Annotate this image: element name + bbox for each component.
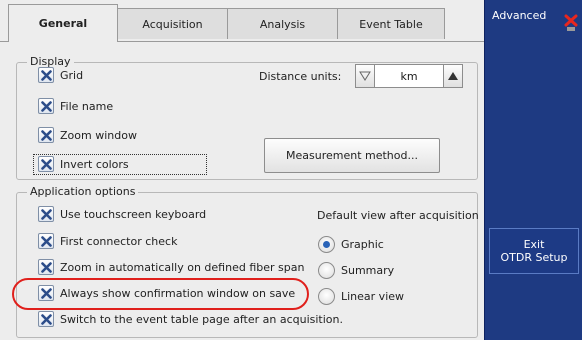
confirm-on-save-checkbox[interactable]	[38, 285, 54, 301]
default-view-label: Default view after acquisition	[317, 209, 479, 222]
tab-event-table[interactable]: Event Table	[337, 8, 445, 39]
measurement-method-button[interactable]: Measurement method...	[264, 138, 440, 173]
distance-units-value: km	[375, 64, 443, 88]
graphic-radio-label: Graphic	[341, 238, 384, 251]
check-x-icon	[40, 235, 52, 247]
auto-zoom-checkbox[interactable]	[38, 259, 54, 275]
triangle-up-icon	[448, 72, 458, 80]
tab-analysis[interactable]: Analysis	[227, 8, 338, 39]
check-x-icon	[40, 313, 52, 325]
zoom-window-label: Zoom window	[60, 128, 137, 142]
check-x-icon	[40, 129, 52, 141]
switch-to-event-table-option[interactable]: Switch to the event table page after an …	[38, 311, 343, 327]
linear-view-radio-label: Linear view	[341, 290, 405, 303]
touchscreen-keyboard-option[interactable]: Use touchscreen keyboard	[38, 206, 206, 222]
confirm-on-save-option[interactable]: Always show confirmation window on save	[38, 285, 295, 301]
auto-zoom-option[interactable]: Zoom in automatically on defined fiber s…	[38, 259, 304, 275]
radio-selected-dot	[323, 241, 330, 248]
touchscreen-keyboard-label: Use touchscreen keyboard	[60, 207, 207, 221]
grid-checkbox[interactable]	[38, 67, 54, 83]
application-options-title: Application options	[27, 185, 139, 198]
radio-summary-option[interactable]: Summary	[318, 262, 394, 279]
switch-to-event-table-checkbox[interactable]	[38, 311, 54, 327]
side-panel: Advanced Exit OTDR Setup	[484, 0, 582, 340]
side-panel-title: Advanced	[492, 9, 547, 22]
settings-dialog: General Acquisition Analysis Event Table…	[0, 0, 484, 340]
check-x-icon	[40, 158, 52, 170]
file-name-label: File name	[60, 99, 114, 113]
check-x-icon	[40, 100, 52, 112]
exit-button-line1: Exit	[523, 238, 545, 251]
invert-colors-checkbox[interactable]	[38, 156, 54, 172]
distance-units-decrease-button[interactable]	[355, 64, 375, 88]
first-connector-check-checkbox[interactable]	[38, 233, 54, 249]
tab-bar: General Acquisition Analysis Event Table	[0, 0, 484, 42]
invert-colors-option[interactable]: Invert colors	[38, 156, 129, 172]
triangle-down-icon	[359, 71, 371, 81]
radio-linear-view-option[interactable]: Linear view	[318, 288, 404, 305]
confirm-on-save-label: Always show confirmation window on save	[60, 286, 296, 300]
zoom-window-option[interactable]: Zoom window	[38, 127, 137, 143]
zoom-window-checkbox[interactable]	[38, 127, 54, 143]
check-x-icon	[40, 261, 52, 273]
exit-otdr-setup-button[interactable]: Exit OTDR Setup	[489, 228, 579, 274]
linear-view-radio[interactable]	[318, 288, 335, 305]
file-name-option[interactable]: File name	[38, 98, 113, 114]
first-connector-check-option[interactable]: First connector check	[38, 233, 177, 249]
graphic-radio[interactable]	[318, 236, 335, 253]
close-icon[interactable]	[564, 14, 578, 32]
switch-to-event-table-label: Switch to the event table page after an …	[60, 312, 343, 326]
check-x-icon	[40, 287, 52, 299]
auto-zoom-label: Zoom in automatically on defined fiber s…	[60, 260, 305, 274]
tab-general[interactable]: General	[8, 4, 118, 42]
summary-radio-label: Summary	[341, 264, 395, 277]
otdr-setup-window: General Acquisition Analysis Event Table…	[0, 0, 582, 340]
summary-radio[interactable]	[318, 262, 335, 279]
exit-button-line2: OTDR Setup	[500, 251, 568, 264]
distance-units-increase-button[interactable]	[443, 64, 463, 88]
distance-units-label: Distance units:	[259, 70, 342, 83]
touchscreen-keyboard-checkbox[interactable]	[38, 206, 54, 222]
grid-option[interactable]: Grid	[38, 67, 83, 83]
grid-label: Grid	[60, 68, 84, 82]
first-connector-check-label: First connector check	[60, 234, 178, 248]
check-x-icon	[40, 69, 52, 81]
radio-graphic-option[interactable]: Graphic	[318, 236, 384, 253]
tab-acquisition[interactable]: Acquisition	[117, 8, 228, 39]
check-x-icon	[40, 208, 52, 220]
invert-colors-label: Invert colors	[60, 157, 129, 171]
file-name-checkbox[interactable]	[38, 98, 54, 114]
